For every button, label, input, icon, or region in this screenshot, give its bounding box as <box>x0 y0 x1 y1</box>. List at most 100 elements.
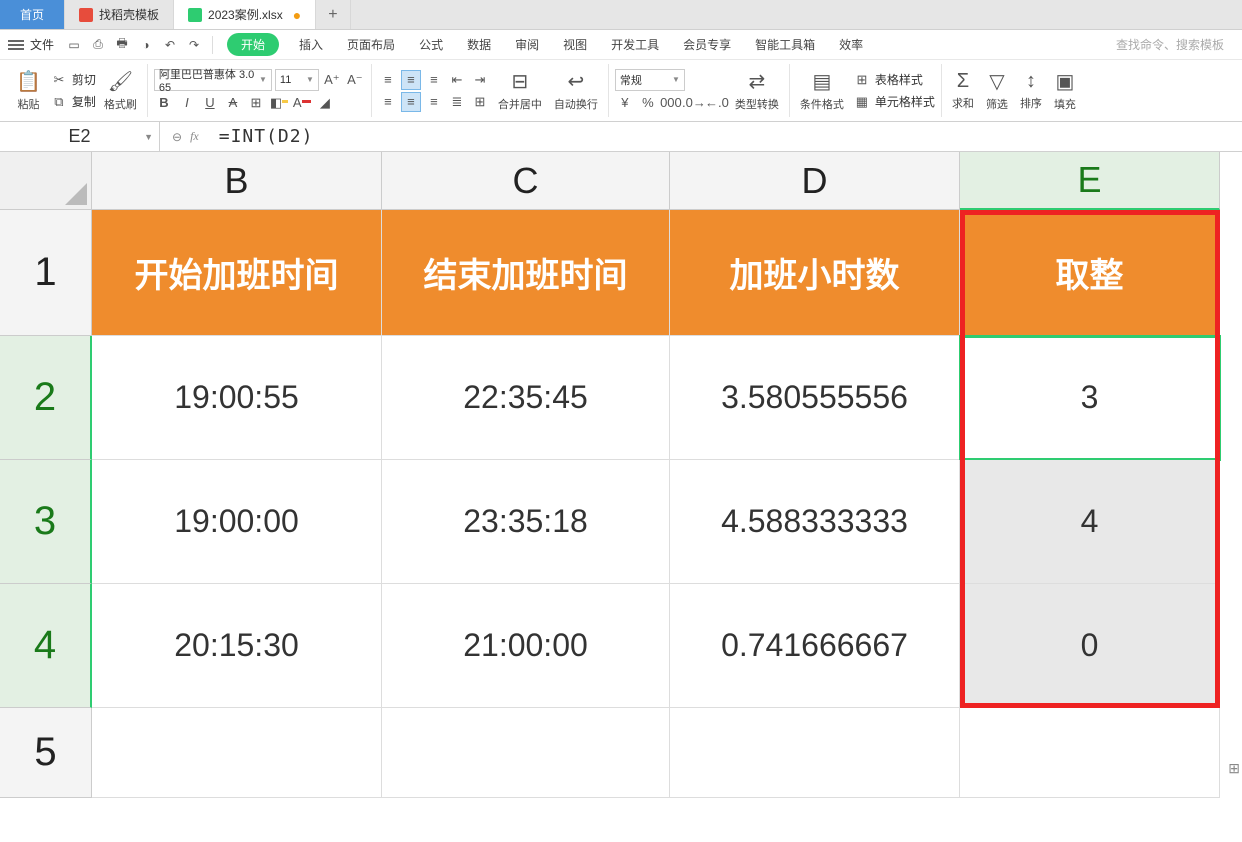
phonetic-button[interactable]: ◢ <box>315 93 335 113</box>
menu-file[interactable]: 文件 <box>30 36 54 53</box>
currency-button[interactable]: ¥ <box>615 93 635 113</box>
cell-D1[interactable]: 加班小时数 <box>670 210 960 336</box>
tab-home[interactable]: 首页 <box>0 0 65 29</box>
orientation-button[interactable]: ⊞ <box>470 92 490 112</box>
menu-member[interactable]: 会员专享 <box>673 36 741 53</box>
sum-button[interactable]: Σ求和 <box>948 68 978 113</box>
cell-C3[interactable]: 23:35:18 <box>382 460 670 584</box>
select-all-corner[interactable] <box>0 152 92 210</box>
align-center-button[interactable]: ≡ <box>401 92 421 112</box>
row-header-5[interactable]: 5 <box>0 708 92 798</box>
align-left-button[interactable]: ≡ <box>378 92 398 112</box>
menu-view[interactable]: 视图 <box>553 36 597 53</box>
tab-template[interactable]: 找稻壳模板 <box>65 0 174 29</box>
cell-B1[interactable]: 开始加班时间 <box>92 210 382 336</box>
cell-B3[interactable]: 19:00:00 <box>92 460 382 584</box>
cell-C4[interactable]: 21:00:00 <box>382 584 670 708</box>
comma-button[interactable]: 000 <box>661 93 681 113</box>
col-header-D[interactable]: D <box>670 152 960 210</box>
justify-button[interactable]: ≣ <box>447 92 467 112</box>
row-header-2[interactable]: 2 <box>0 336 92 460</box>
name-box[interactable]: E2▼ <box>0 122 160 151</box>
table-style-button[interactable]: ⊞ <box>852 70 872 90</box>
cell-style-button[interactable]: ▦ <box>852 92 872 112</box>
search-input[interactable]: 查找命令、搜索模板 <box>1106 36 1234 53</box>
decrease-font-button[interactable]: A⁻ <box>345 70 365 90</box>
preview-icon[interactable]: ◑ <box>136 35 156 55</box>
italic-button[interactable]: I <box>177 93 197 113</box>
menu-smart[interactable]: 智能工具箱 <box>745 36 825 53</box>
cell-E3[interactable]: 4 <box>960 460 1220 584</box>
cell-E4[interactable]: 0 <box>960 584 1220 708</box>
tab-add[interactable]: + <box>316 0 350 29</box>
cut-button[interactable]: ✂ <box>49 70 69 90</box>
bold-button[interactable]: B <box>154 93 174 113</box>
cell-C5[interactable] <box>382 708 670 798</box>
cell-D4[interactable]: 0.741666667 <box>670 584 960 708</box>
number-format-select[interactable]: 常规▼ <box>615 69 685 91</box>
col-header-B[interactable]: B <box>92 152 382 210</box>
increase-font-button[interactable]: A⁺ <box>322 70 342 90</box>
cell-E1[interactable]: 取整 <box>960 210 1220 336</box>
menu-layout[interactable]: 页面布局 <box>337 36 405 53</box>
redo-icon[interactable]: ↷ <box>184 35 204 55</box>
filter-button[interactable]: ▽筛选 <box>982 67 1012 114</box>
menu-insert[interactable]: 插入 <box>289 36 333 53</box>
row-header-3[interactable]: 3 <box>0 460 92 584</box>
underline-button[interactable]: U <box>200 93 220 113</box>
format-painter-button[interactable]: 🖌格式刷 <box>100 67 141 114</box>
zoom-icon[interactable]: ⊖ <box>172 130 182 144</box>
menu-data[interactable]: 数据 <box>457 36 501 53</box>
sidebar-toggle-icon[interactable]: ⊞ <box>1228 760 1240 777</box>
cell-E5[interactable] <box>960 708 1220 798</box>
menu-review[interactable]: 审阅 <box>505 36 549 53</box>
font-name-select[interactable]: 阿里巴巴普惠体 3.0 65▼ <box>154 69 272 91</box>
paste-button[interactable]: 📋粘贴 <box>12 67 45 114</box>
cell-B5[interactable] <box>92 708 382 798</box>
save-icon[interactable]: ▭ <box>64 35 84 55</box>
formula-input[interactable]: =INT(D2) <box>211 126 1242 147</box>
cell-C1[interactable]: 结束加班时间 <box>382 210 670 336</box>
font-color-button[interactable]: A <box>292 93 312 113</box>
cell-D2[interactable]: 3.580555556 <box>670 336 960 460</box>
hamburger-icon[interactable] <box>8 40 24 50</box>
align-bottom-button[interactable]: ≡ <box>424 70 444 90</box>
sort-button[interactable]: ↕排序 <box>1016 68 1046 113</box>
fill-color-button[interactable]: ◧ <box>269 93 289 113</box>
align-right-button[interactable]: ≡ <box>424 92 444 112</box>
row-header-4[interactable]: 4 <box>0 584 92 708</box>
increase-indent-button[interactable]: ⇥ <box>470 70 490 90</box>
merge-button[interactable]: ⊟合并居中 <box>494 67 546 114</box>
col-header-C[interactable]: C <box>382 152 670 210</box>
cell-E2[interactable]: 3 <box>960 336 1220 460</box>
undo-icon[interactable]: ↶ <box>160 35 180 55</box>
border-button[interactable]: ⊞ <box>246 93 266 113</box>
menu-dev[interactable]: 开发工具 <box>601 36 669 53</box>
cond-format-button[interactable]: ▤条件格式 <box>796 67 848 114</box>
cell-B2[interactable]: 19:00:55 <box>92 336 382 460</box>
print-preview-icon[interactable]: ⎙ <box>88 35 108 55</box>
strike-button[interactable]: A <box>223 93 243 113</box>
percent-button[interactable]: % <box>638 93 658 113</box>
align-middle-button[interactable]: ≡ <box>401 70 421 90</box>
cell-D5[interactable] <box>670 708 960 798</box>
cell-C2[interactable]: 22:35:45 <box>382 336 670 460</box>
wrap-button[interactable]: ↩自动换行 <box>550 67 602 114</box>
menu-start[interactable]: 开始 <box>227 33 279 56</box>
increase-decimal-button[interactable]: .0→ <box>684 93 704 113</box>
cell-D3[interactable]: 4.588333333 <box>670 460 960 584</box>
cell-B4[interactable]: 20:15:30 <box>92 584 382 708</box>
fx-icon[interactable]: fx <box>190 129 199 144</box>
decrease-indent-button[interactable]: ⇤ <box>447 70 467 90</box>
align-top-button[interactable]: ≡ <box>378 70 398 90</box>
print-icon[interactable]: 🖶 <box>112 35 132 55</box>
tab-document[interactable]: 2023案例.xlsx● <box>174 0 316 29</box>
type-convert-button[interactable]: ⇄类型转换 <box>731 67 783 114</box>
menu-formula[interactable]: 公式 <box>409 36 453 53</box>
col-header-E[interactable]: E <box>960 152 1220 210</box>
copy-button[interactable]: ⧉ <box>49 92 69 112</box>
decrease-decimal-button[interactable]: ←.0 <box>707 93 727 113</box>
menu-efficiency[interactable]: 效率 <box>829 36 873 53</box>
fill-button[interactable]: ▣填充 <box>1050 67 1080 114</box>
row-header-1[interactable]: 1 <box>0 210 92 336</box>
